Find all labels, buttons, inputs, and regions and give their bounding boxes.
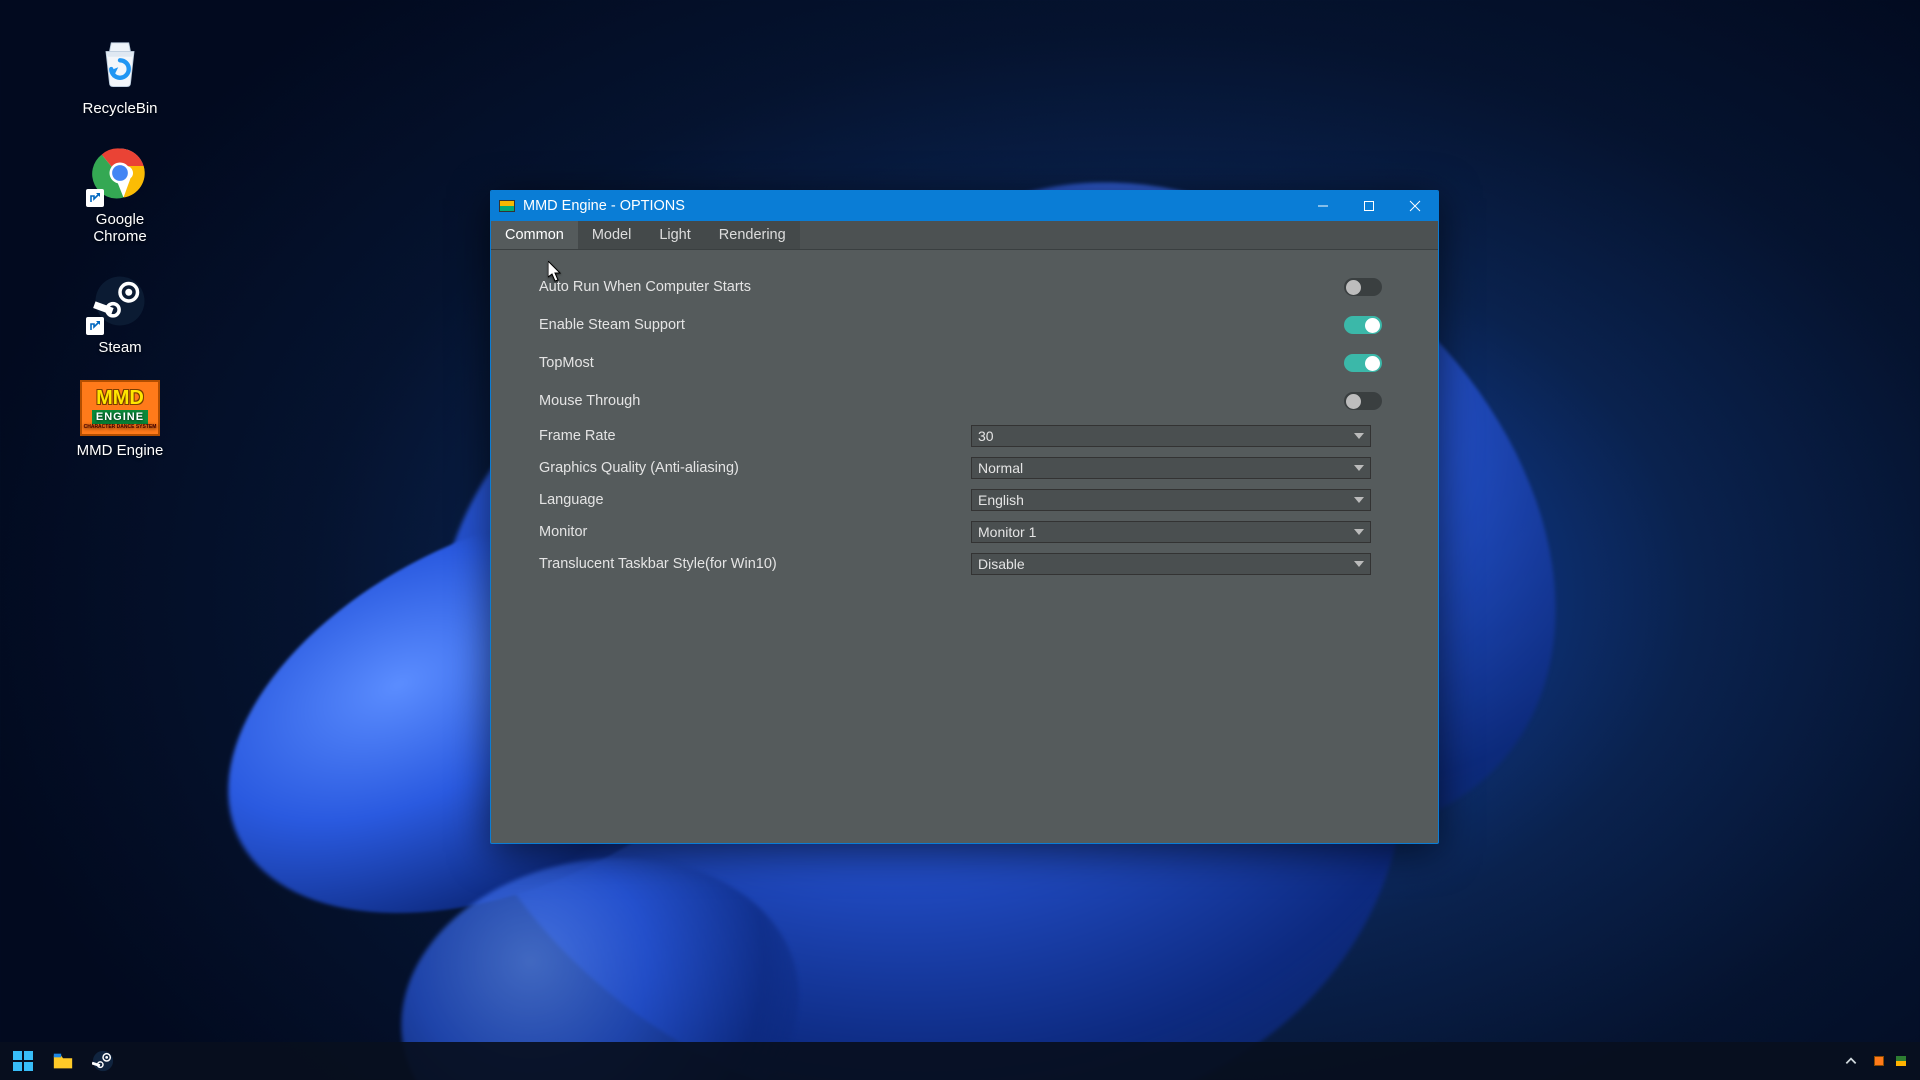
- setting-label: Language: [539, 492, 971, 508]
- desktop-icon-label: RecycleBin: [82, 100, 157, 117]
- recycle-bin-icon: [88, 30, 152, 94]
- taskbar-file-explorer[interactable]: [48, 1046, 78, 1076]
- setting-label: Frame Rate: [539, 428, 971, 444]
- setting-label: Graphics Quality (Anti-aliasing): [539, 460, 971, 476]
- tab-model[interactable]: Model: [578, 221, 646, 249]
- setting-topmost: TopMost: [539, 344, 1382, 382]
- maximize-button[interactable]: [1346, 191, 1392, 221]
- setting-label: Mouse Through: [539, 393, 971, 409]
- tab-label: Light: [659, 227, 690, 243]
- taskbar: [0, 1042, 1920, 1080]
- steam-icon: [88, 269, 152, 333]
- tab-label: Model: [592, 227, 632, 243]
- select-monitor[interactable]: Monitor 1: [971, 521, 1371, 543]
- setting-language: Language English: [539, 484, 1382, 516]
- desktop-icon-chrome[interactable]: Google Chrome: [60, 141, 180, 245]
- mmd-engine-icon: MMD ENGINE CHARACTER DANCE SYSTEM: [80, 380, 160, 436]
- desktop-icon-label: Google Chrome: [93, 211, 146, 245]
- select-value: Monitor 1: [978, 524, 1036, 540]
- desktop-icon-steam[interactable]: Steam: [60, 269, 180, 356]
- tab-rendering[interactable]: Rendering: [705, 221, 800, 249]
- toggle-autorun[interactable]: [1344, 278, 1382, 296]
- setting-label: Auto Run When Computer Starts: [539, 279, 971, 295]
- tab-label: Rendering: [719, 227, 786, 243]
- setting-steam-support: Enable Steam Support: [539, 306, 1382, 344]
- setting-label: Monitor: [539, 524, 971, 540]
- select-value: Normal: [978, 460, 1023, 476]
- app-icon: [499, 200, 515, 212]
- toggle-mouse-through[interactable]: [1344, 392, 1382, 410]
- close-button[interactable]: [1392, 191, 1438, 221]
- toggle-topmost[interactable]: [1344, 354, 1382, 372]
- tab-light[interactable]: Light: [645, 221, 704, 249]
- tab-label: Common: [505, 227, 564, 243]
- select-value: 30: [978, 428, 994, 444]
- tab-content-common: Auto Run When Computer Starts Enable Ste…: [491, 250, 1438, 843]
- select-graphics-quality[interactable]: Normal: [971, 457, 1371, 479]
- setting-graphics-quality: Graphics Quality (Anti-aliasing) Normal: [539, 452, 1382, 484]
- shortcut-overlay-icon: [86, 189, 104, 207]
- desktop-icon-label: MMD Engine: [77, 442, 164, 459]
- setting-label: TopMost: [539, 355, 971, 371]
- select-language[interactable]: English: [971, 489, 1371, 511]
- system-tray: [1840, 1046, 1912, 1076]
- tab-bar: Common Model Light Rendering: [491, 221, 1438, 250]
- chrome-icon: [88, 141, 152, 205]
- start-button[interactable]: [8, 1046, 38, 1076]
- window-title: MMD Engine - OPTIONS: [523, 198, 685, 214]
- setting-label: Enable Steam Support: [539, 317, 971, 333]
- desktop-icon-label: Steam: [98, 339, 141, 356]
- setting-monitor: Monitor Monitor 1: [539, 516, 1382, 548]
- minimize-button[interactable]: [1300, 191, 1346, 221]
- desktop-icon-recycle-bin[interactable]: RecycleBin: [60, 30, 180, 117]
- options-window: MMD Engine - OPTIONS Common Model Light …: [490, 190, 1439, 844]
- select-translucent-taskbar[interactable]: Disable: [971, 553, 1371, 575]
- taskbar-steam[interactable]: [88, 1046, 118, 1076]
- select-value: English: [978, 492, 1024, 508]
- setting-translucent-taskbar: Translucent Taskbar Style(for Win10) Dis…: [539, 548, 1382, 580]
- titlebar[interactable]: MMD Engine - OPTIONS: [491, 191, 1438, 221]
- tab-common[interactable]: Common: [491, 221, 578, 249]
- toggle-steam-support[interactable]: [1344, 316, 1382, 334]
- tray-chevron-up[interactable]: [1840, 1046, 1862, 1076]
- tray-indicator-icon[interactable]: [1874, 1056, 1884, 1066]
- setting-label: Translucent Taskbar Style(for Win10): [539, 556, 971, 572]
- tray-indicator-icon[interactable]: [1896, 1056, 1906, 1066]
- setting-mouse-through: Mouse Through: [539, 382, 1382, 420]
- setting-frame-rate: Frame Rate 30: [539, 420, 1382, 452]
- select-frame-rate[interactable]: 30: [971, 425, 1371, 447]
- select-value: Disable: [978, 556, 1025, 572]
- setting-autorun: Auto Run When Computer Starts: [539, 268, 1382, 306]
- shortcut-overlay-icon: [86, 317, 104, 335]
- desktop-icon-mmd-engine[interactable]: MMD ENGINE CHARACTER DANCE SYSTEM MMD En…: [60, 380, 180, 459]
